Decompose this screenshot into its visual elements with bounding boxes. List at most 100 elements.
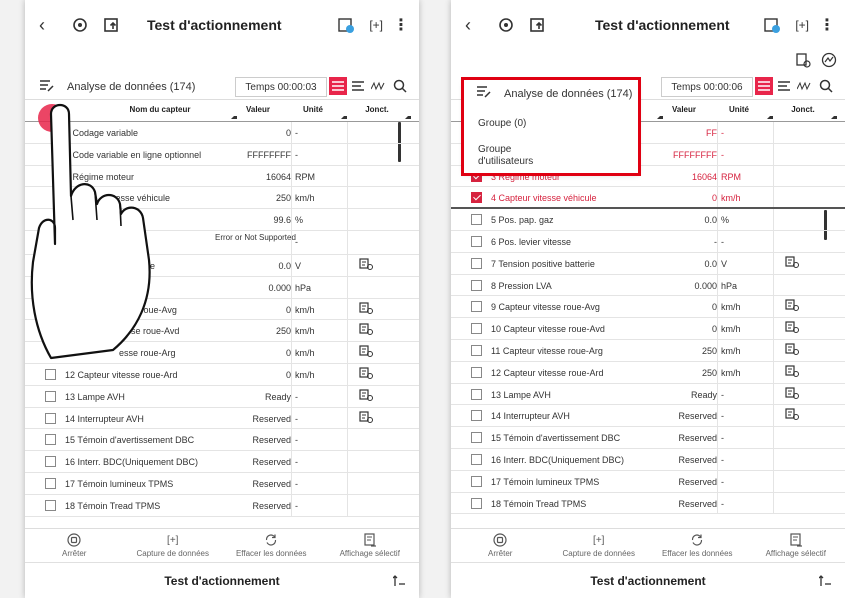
table-row[interactable]: 18 Témoin Tread TPMS Reserved - (25, 495, 419, 517)
table-row[interactable]: 14 Interrupteur AVH Reserved - (25, 408, 419, 430)
table-row[interactable]: 5 Pos. pap. gaz 0.0% (451, 209, 845, 231)
junction-icon[interactable] (785, 408, 799, 422)
data-capture-button[interactable]: [+] Capture de données (550, 529, 649, 562)
col-value-header[interactable]: Valeur (233, 105, 283, 114)
junction-icon[interactable] (359, 323, 373, 337)
junction-icon[interactable] (359, 389, 373, 403)
row-checkbox[interactable] (471, 475, 482, 487)
row-checkbox[interactable] (45, 499, 56, 511)
capture-frame-icon[interactable]: [+] (795, 18, 809, 32)
search-icon[interactable] (391, 77, 409, 95)
row-checkbox[interactable] (471, 432, 482, 444)
selective-display-button[interactable]: Affichage sélectif (747, 529, 845, 562)
table-row[interactable]: 6 Pos. levier vitesse - - (451, 231, 845, 253)
table-row[interactable]: 15 Témoin d'avertissement DBC Reserved - (451, 427, 845, 449)
selective-display-button[interactable]: Affichage sélectif (321, 529, 420, 562)
table-row[interactable]: 13 Lampe AVH Ready - (451, 384, 845, 406)
row-checkbox[interactable] (45, 456, 56, 468)
stop-button[interactable]: Arrêter (25, 529, 124, 562)
junction-icon[interactable] (359, 345, 373, 359)
table-row[interactable]: 14 Interrupteur AVH Reserved - (451, 405, 845, 428)
more-menu-icon[interactable]: ⋮ (819, 15, 835, 35)
row-checkbox[interactable] (471, 497, 482, 509)
row-checkbox[interactable] (471, 301, 482, 313)
table-row[interactable]: 16 Interr. BDC(Uniquement DBC) Reserved - (451, 449, 845, 471)
row-checkbox[interactable] (471, 410, 482, 422)
vehicle-info-icon[interactable] (795, 52, 811, 68)
export-icon[interactable] (103, 16, 121, 34)
footer-action-icon[interactable] (818, 575, 831, 590)
row-checkbox[interactable] (471, 323, 482, 335)
row-checkbox[interactable] (471, 344, 482, 356)
list-view-button[interactable] (755, 77, 773, 95)
speed-icon[interactable] (821, 52, 837, 68)
page-title: Test d'actionnement (595, 17, 730, 33)
search-icon[interactable] (817, 77, 835, 95)
more-menu-icon[interactable]: ⋮ (393, 15, 409, 35)
junction-icon[interactable] (785, 365, 799, 379)
graph-view-button[interactable] (369, 77, 387, 95)
stop-icon (493, 533, 507, 547)
table-row[interactable]: 12 Capteur vitesse roue-Ard 0 km/h (25, 364, 419, 386)
table-row[interactable]: 12 Capteur vitesse roue-Ard 250 km/h (451, 362, 845, 384)
calendar-icon[interactable] (763, 16, 781, 34)
stop-button[interactable]: Arrêter (451, 529, 550, 562)
row-checkbox[interactable] (471, 279, 482, 291)
text-view-button[interactable] (775, 77, 793, 95)
table-row[interactable]: 4 Capteur vitesse véhicule 0 km/h (451, 187, 845, 210)
clear-data-button[interactable]: Effacer les données (222, 529, 321, 562)
vehicle-gear-icon[interactable] (497, 16, 515, 34)
row-checkbox[interactable] (45, 412, 56, 424)
back-icon[interactable]: ‹ (465, 15, 471, 36)
junction-icon[interactable] (359, 367, 373, 381)
junction-icon[interactable] (785, 321, 799, 335)
row-checkbox[interactable] (471, 192, 482, 204)
row-checkbox[interactable] (471, 453, 482, 465)
table-row[interactable]: 8 Pression LVA 0.000 hPa (451, 275, 845, 297)
back-icon[interactable]: ‹ (39, 15, 45, 36)
junction-icon[interactable] (785, 256, 799, 270)
junction-icon[interactable] (359, 301, 373, 316)
table-row[interactable]: 18 Témoin Tread TPMS Reserved - (451, 493, 845, 515)
list-view-button[interactable] (329, 77, 347, 95)
junction-icon[interactable] (785, 386, 799, 401)
row-checkbox[interactable] (45, 477, 56, 489)
clear-data-button[interactable]: Effacer les données (648, 529, 747, 562)
col-unit-header[interactable]: Unité (713, 105, 765, 114)
row-checkbox[interactable] (471, 257, 482, 269)
list-edit-icon[interactable] (39, 79, 55, 93)
junction-icon[interactable] (359, 258, 373, 272)
text-view-button[interactable] (349, 77, 367, 95)
table-row[interactable]: 7 Tension positive batterie 0.0 V (451, 253, 845, 275)
row-checkbox[interactable] (45, 368, 56, 380)
data-capture-button[interactable]: [+] Capture de données (124, 529, 223, 562)
table-row[interactable]: 17 Témoin lumineux TPMS Reserved - (25, 473, 419, 495)
footer-action-icon[interactable] (392, 575, 405, 590)
row-checkbox[interactable] (471, 235, 482, 247)
row-checkbox[interactable] (471, 214, 482, 226)
table-row[interactable]: 9 Capteur vitesse roue-Avg 0 km/h (451, 296, 845, 319)
analysis-label[interactable]: Analyse de données (174) (67, 81, 195, 93)
row-checkbox[interactable] (471, 388, 482, 400)
table-row[interactable]: 10 Capteur vitesse roue-Avd 0 km/h (451, 318, 845, 340)
row-checkbox[interactable] (45, 390, 56, 402)
table-row[interactable]: 17 Témoin lumineux TPMS Reserved - (451, 471, 845, 493)
col-unit-header[interactable]: Unité (287, 105, 339, 114)
junction-icon[interactable] (785, 343, 799, 357)
graph-view-button[interactable] (795, 77, 813, 95)
col-junction-header[interactable]: Jonct. (349, 105, 405, 114)
calendar-icon[interactable] (337, 16, 355, 34)
table-row[interactable]: 13 Lampe AVH Ready - (25, 386, 419, 408)
junction-icon[interactable] (359, 410, 373, 425)
junction-icon[interactable] (785, 299, 799, 313)
vehicle-gear-icon[interactable] (71, 16, 89, 34)
table-row[interactable]: 11 Capteur vitesse roue-Arg 250 km/h (451, 340, 845, 362)
col-value-header[interactable]: Valeur (659, 105, 709, 114)
row-checkbox[interactable] (45, 434, 56, 446)
table-row[interactable]: 16 Interr. BDC(Uniquement DBC) Reserved - (25, 451, 419, 473)
capture-frame-icon[interactable]: [+] (369, 18, 383, 32)
col-junction-header[interactable]: Jonct. (775, 105, 831, 114)
table-row[interactable]: 15 Témoin d'avertissement DBC Reserved - (25, 429, 419, 452)
export-icon[interactable] (529, 16, 547, 34)
row-checkbox[interactable] (471, 366, 482, 378)
